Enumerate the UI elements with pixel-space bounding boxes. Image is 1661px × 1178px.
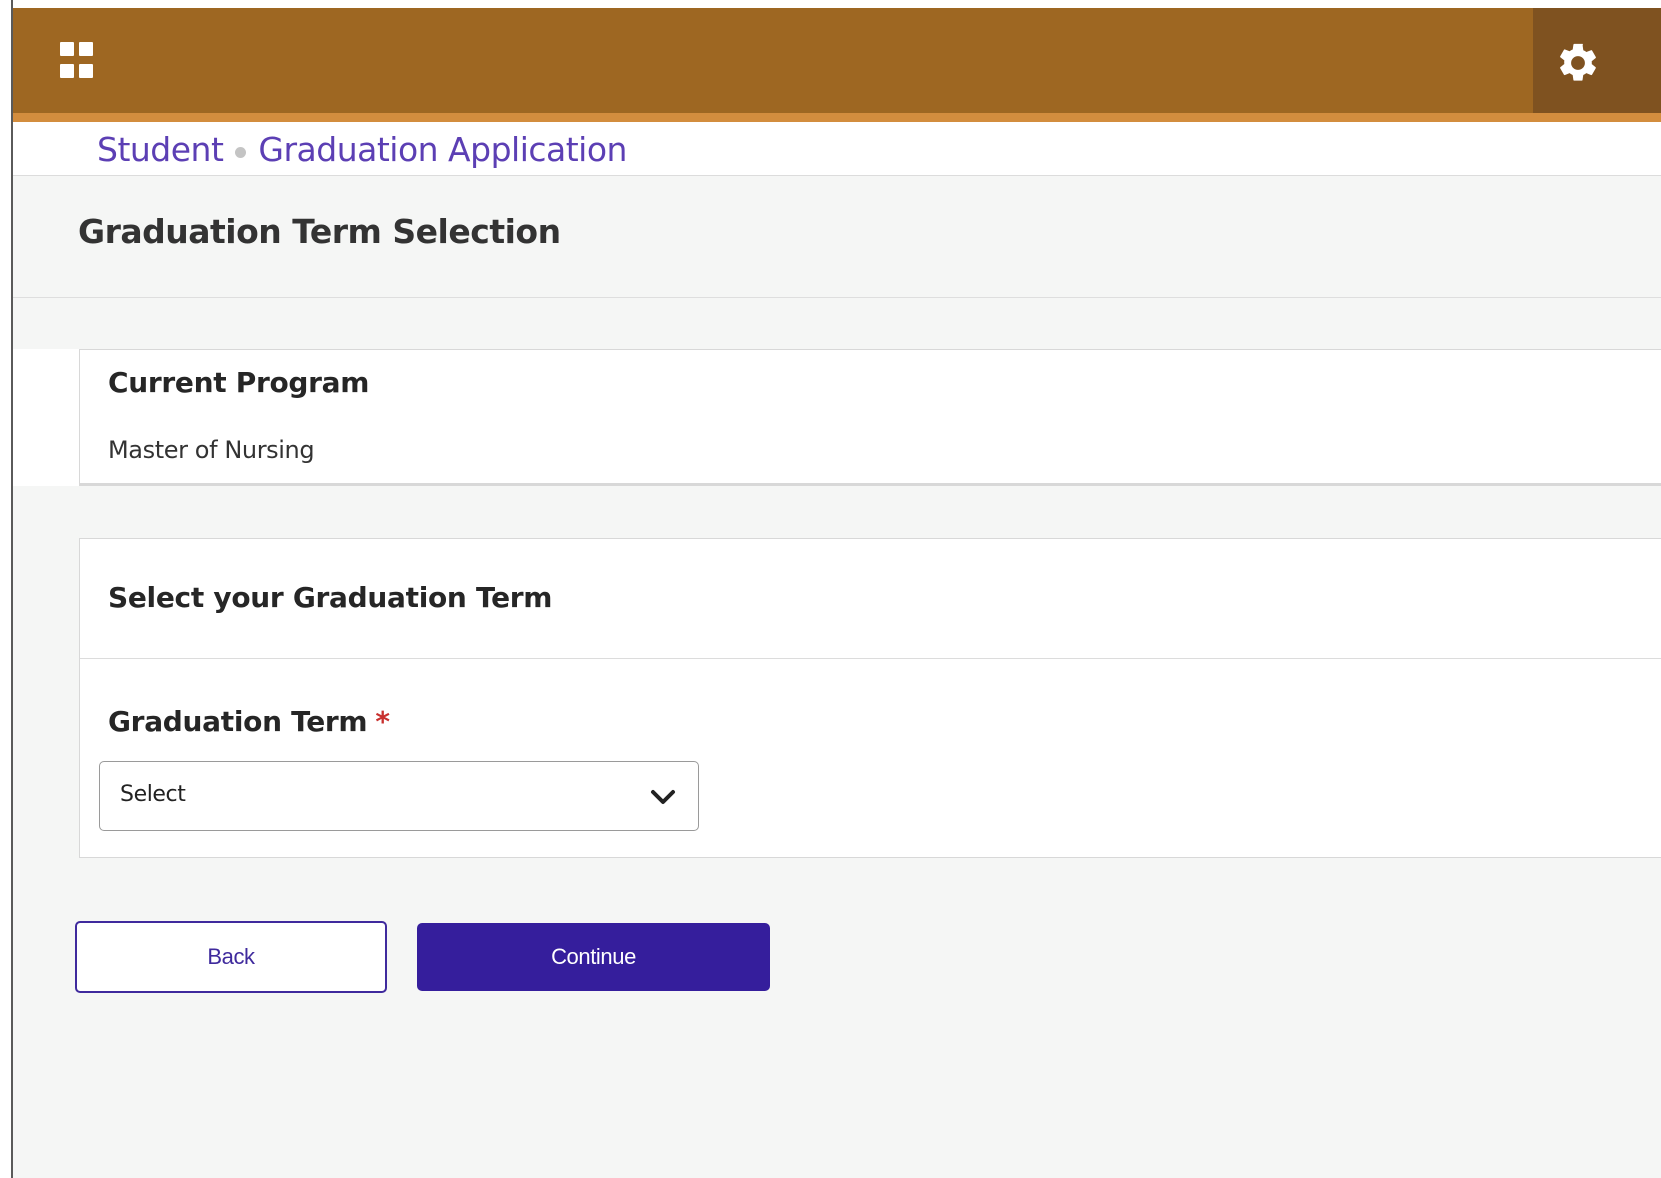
window-left-edge xyxy=(0,0,13,1178)
graduation-term-card: Select your Graduation Term Graduation T… xyxy=(79,538,1661,858)
required-marker: * xyxy=(375,705,390,738)
page-title: Graduation Term Selection xyxy=(78,212,561,251)
current-program-card: Current Program Master of Nursing xyxy=(79,349,1661,486)
breadcrumb-student[interactable]: Student xyxy=(97,130,224,169)
graduation-term-label: Graduation Term * xyxy=(108,705,390,738)
back-button[interactable]: Back xyxy=(75,921,387,993)
chevron-down-icon xyxy=(651,790,675,804)
window-top-edge xyxy=(0,0,1661,8)
grid-menu-square xyxy=(60,42,74,56)
settings-button[interactable] xyxy=(1533,8,1661,113)
graduation-term-card-header: Select your Graduation Term xyxy=(80,539,1661,659)
title-divider xyxy=(13,297,1661,298)
breadcrumb-graduation-application[interactable]: Graduation Application xyxy=(258,130,627,169)
breadcrumb-separator-dot xyxy=(235,147,247,158)
app-header xyxy=(13,8,1661,122)
graduation-term-label-text: Graduation Term xyxy=(108,705,368,738)
breadcrumb-bar: Student Graduation Application xyxy=(13,122,1661,176)
graduation-term-select-value: Select xyxy=(120,782,186,807)
grid-menu-square xyxy=(79,63,93,78)
current-program-heading: Current Program xyxy=(108,366,370,399)
graduation-term-heading: Select your Graduation Term xyxy=(108,581,553,614)
grid-menu-icon[interactable] xyxy=(60,42,98,80)
gear-icon xyxy=(1560,43,1596,81)
current-program-value: Master of Nursing xyxy=(108,436,315,464)
graduation-term-select[interactable]: Select xyxy=(99,761,699,831)
breadcrumb: Student Graduation Application xyxy=(97,130,627,169)
continue-button[interactable]: Continue xyxy=(417,923,770,991)
grid-menu-square xyxy=(60,63,74,78)
grid-menu-square xyxy=(79,42,93,56)
